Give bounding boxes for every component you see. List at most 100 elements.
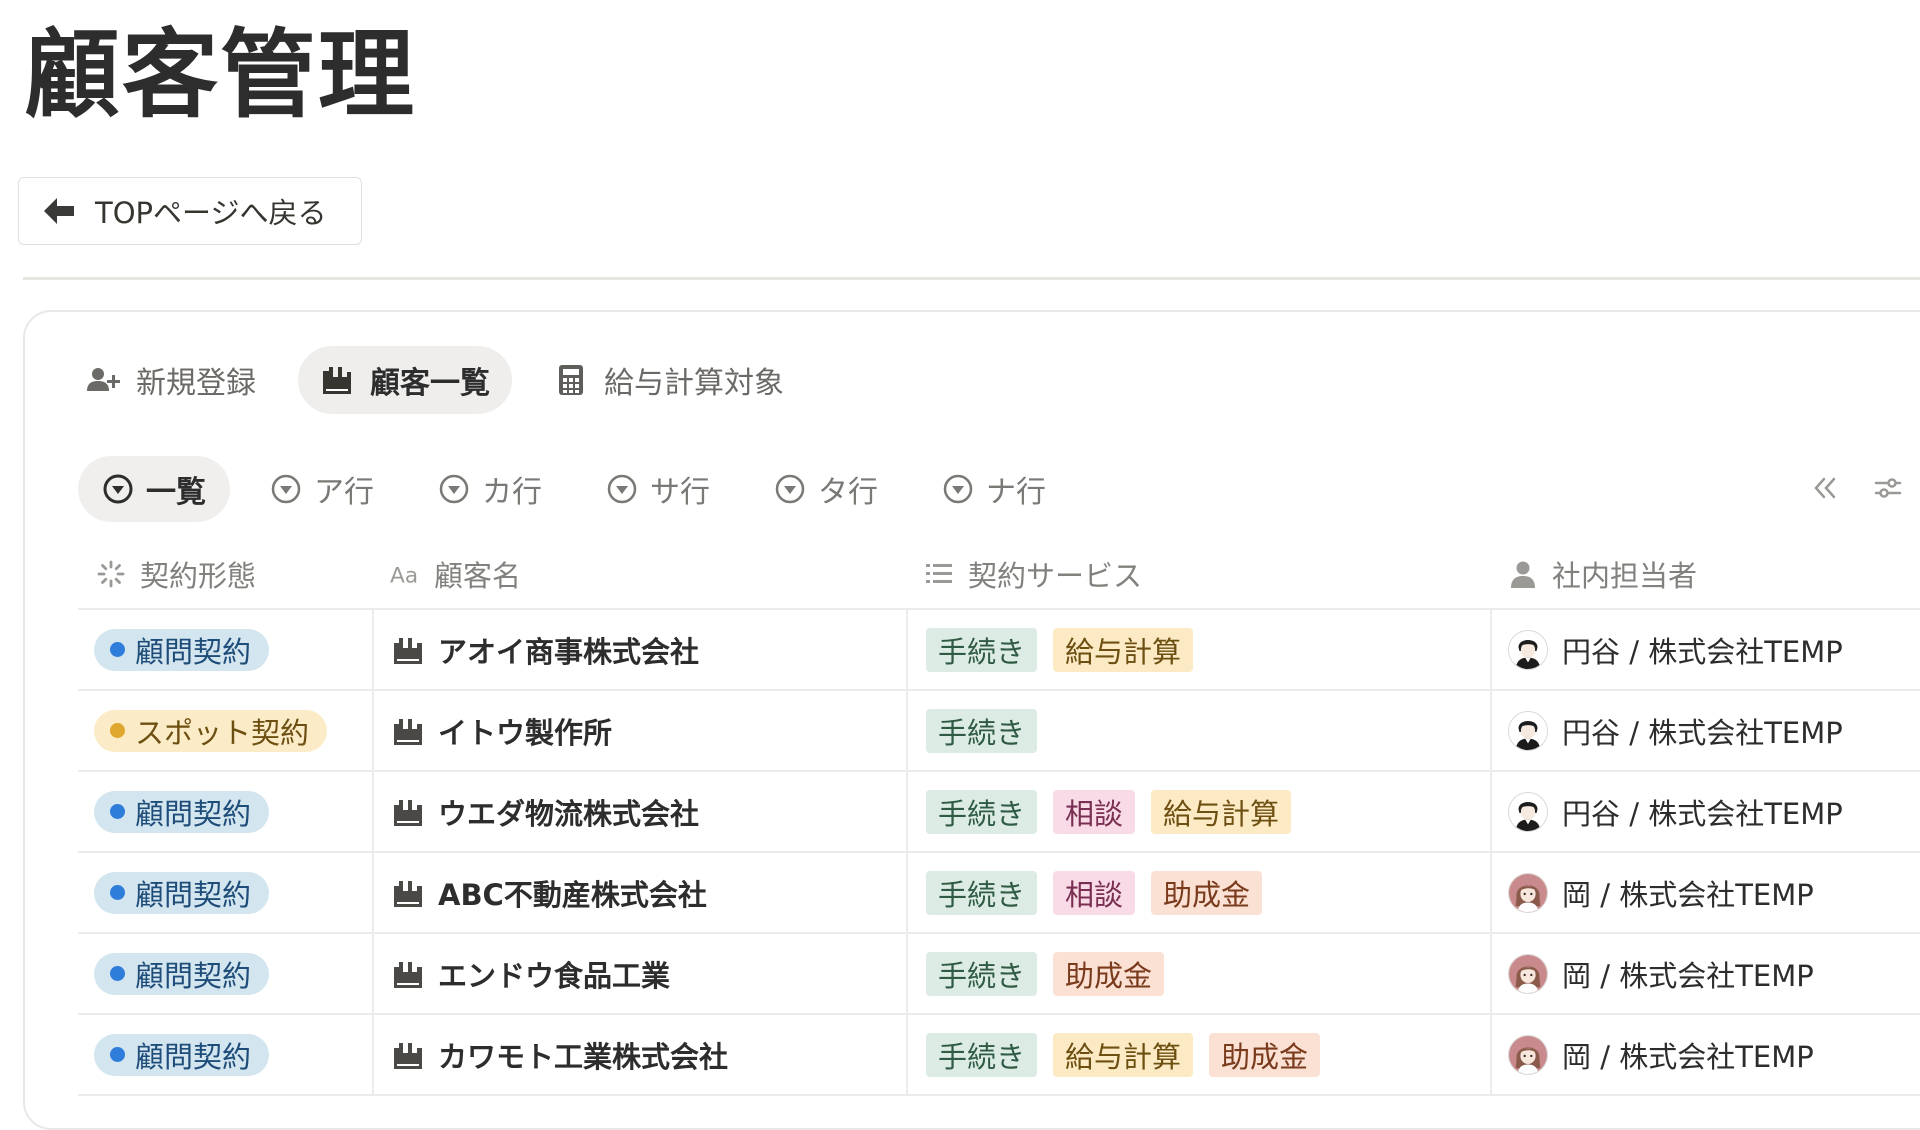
filter-tab-label: タ行 [818, 475, 878, 510]
customer-table: 契約形態 Aa 顧客名 契約サービス 社内担当者 顧問契約 アオイ商事株式会社 … [78, 540, 1920, 1096]
filter-tab-a-row[interactable]: ア行 [246, 456, 398, 522]
cell-customer-name[interactable]: カワモト工業株式会社 [372, 1015, 906, 1094]
collapse-button[interactable] [1810, 469, 1842, 507]
contract-type-label: 顧問契約 [135, 1039, 252, 1074]
assignee-name: 円谷 / 株式会社TEMP [1562, 715, 1843, 750]
status-dot [110, 966, 125, 981]
table-row[interactable]: 顧問契約 ウエダ物流株式会社 手続き 相談 給与計算 円谷 / 株式会社TEMP [78, 772, 1920, 853]
cell-assignee[interactable]: 岡 / 株式会社TEMP [1490, 1015, 1920, 1094]
contract-type-badge: 顧問契約 [94, 952, 270, 995]
building-icon [392, 959, 424, 989]
male-avatar [1508, 791, 1548, 832]
page-title: 顧客管理 [24, 19, 416, 131]
customer-name: アオイ商事株式会社 [438, 634, 700, 669]
cell-contract-type[interactable]: 顧問契約 [78, 853, 372, 932]
cell-customer-name[interactable]: ABC不動産株式会社 [372, 853, 906, 932]
column-header-customer-name[interactable]: Aa 顧客名 [372, 553, 906, 595]
cell-contract-type[interactable]: 顧問契約 [78, 610, 372, 689]
cell-assignee[interactable]: 岡 / 株式会社TEMP [1490, 934, 1920, 1013]
filter-tab-label: ナ行 [986, 475, 1046, 510]
tab-customer-list[interactable]: 顧客一覧 [298, 346, 512, 414]
service-tag: 手続き [926, 1032, 1038, 1077]
filter-tab-ka-row[interactable]: カ行 [414, 456, 566, 522]
cell-assignee[interactable]: 岡 / 株式会社TEMP [1490, 853, 1920, 932]
contract-type-badge: スポット契約 [94, 709, 328, 752]
column-header-contract-type[interactable]: 契約形態 [78, 553, 372, 595]
cell-services[interactable]: 手続き 相談 助成金 [906, 853, 1490, 932]
cell-customer-name[interactable]: ウエダ物流株式会社 [372, 772, 906, 851]
column-header-label: 契約形態 [140, 559, 257, 593]
table-row[interactable]: 顧問契約 カワモト工業株式会社 手続き 給与計算 助成金 岡 / 株式会社TEMP [78, 1015, 1920, 1096]
service-tag: 相談 [1053, 870, 1136, 915]
contract-type-badge: 顧問契約 [94, 1033, 270, 1076]
calculator-icon [559, 365, 583, 395]
cell-contract-type[interactable]: 顧問契約 [78, 772, 372, 851]
cell-customer-name[interactable]: イトウ製作所 [372, 691, 906, 770]
contract-type-label: 顧問契約 [135, 877, 252, 912]
customer-name: イトウ製作所 [438, 715, 613, 750]
contract-type-label: 顧問契約 [135, 634, 252, 669]
text-aa-icon: Aa [390, 563, 418, 588]
table-row[interactable]: 顧問契約 エンドウ食品工業 手続き 助成金 岡 / 株式会社TEMP [78, 934, 1920, 1015]
cell-customer-name[interactable]: アオイ商事株式会社 [372, 610, 906, 689]
status-dot [110, 1047, 125, 1062]
cell-contract-type[interactable]: スポット契約 [78, 691, 372, 770]
circle-chevron-down-icon [775, 474, 805, 504]
female-avatar [1508, 872, 1548, 913]
customer-name: カワモト工業株式会社 [438, 1039, 729, 1074]
circle-chevron-down-icon [439, 474, 469, 504]
filter-tab-na-row[interactable]: ナ行 [918, 456, 1070, 522]
cell-services[interactable]: 手続き [906, 691, 1490, 770]
filter-tab-label: カ行 [482, 475, 542, 510]
table-header: 契約形態 Aa 顧客名 契約サービス 社内担当者 [78, 540, 1920, 610]
column-header-label: 顧客名 [434, 559, 522, 593]
tab-payroll-targets[interactable]: 給与計算対象 [532, 346, 806, 414]
cell-assignee[interactable]: 円谷 / 株式会社TEMP [1490, 691, 1920, 770]
back-to-top-button[interactable]: TOPページへ戻る [18, 177, 362, 245]
person-add-icon [87, 368, 120, 391]
cell-services[interactable]: 手続き 給与計算 助成金 [906, 1015, 1490, 1094]
filter-tab-all[interactable]: 一覧 [78, 456, 230, 522]
assignee-name: 円谷 / 株式会社TEMP [1562, 634, 1843, 669]
building-icon [392, 716, 424, 746]
table-row[interactable]: 顧問契約 ABC不動産株式会社 手続き 相談 助成金 岡 / 株式会社TEMP [78, 853, 1920, 934]
service-tag: 手続き [926, 708, 1038, 753]
contract-type-label: 顧問契約 [135, 796, 252, 831]
circle-chevron-down-icon [607, 474, 637, 504]
male-avatar [1508, 710, 1548, 751]
tab-label: 新規登録 [136, 366, 256, 401]
assignee-name: 岡 / 株式会社TEMP [1562, 1039, 1814, 1074]
cell-assignee[interactable]: 円谷 / 株式会社TEMP [1490, 610, 1920, 689]
column-header-services[interactable]: 契約サービス [906, 553, 1490, 595]
service-tag: 手続き [926, 789, 1038, 834]
cell-customer-name[interactable]: エンドウ食品工業 [372, 934, 906, 1013]
tab-new-registration[interactable]: 新規登録 [64, 346, 278, 414]
cell-services[interactable]: 手続き 給与計算 [906, 610, 1490, 689]
cell-contract-type[interactable]: 顧問契約 [78, 934, 372, 1013]
table-row[interactable]: スポット契約 イトウ製作所 手続き 円谷 / 株式会社TEMP [78, 691, 1920, 772]
service-tag: 給与計算 [1053, 627, 1194, 672]
svg-text:Aa: Aa [390, 563, 418, 588]
sliders-icon [1874, 478, 1902, 498]
cell-contract-type[interactable]: 顧問契約 [78, 1015, 372, 1094]
filter-tab-ta-row[interactable]: タ行 [750, 456, 902, 522]
column-header-assignee[interactable]: 社内担当者 [1490, 553, 1920, 595]
assignee-name: 円谷 / 株式会社TEMP [1562, 796, 1843, 831]
view-tabs: 新規登録 顧客一覧 給与計算対象 [64, 346, 806, 414]
view-settings-button[interactable] [1872, 469, 1904, 507]
female-avatar [1508, 953, 1548, 994]
person-icon [1511, 561, 1535, 588]
cell-assignee[interactable]: 円谷 / 株式会社TEMP [1490, 772, 1920, 851]
filter-tab-sa-row[interactable]: サ行 [582, 456, 734, 522]
table-row[interactable]: 顧問契約 アオイ商事株式会社 手続き 給与計算 円谷 / 株式会社TEMP [78, 610, 1920, 691]
contract-type-label: スポット契約 [135, 715, 310, 750]
female-avatar [1508, 1034, 1548, 1075]
assignee-name: 岡 / 株式会社TEMP [1562, 958, 1814, 993]
cell-services[interactable]: 手続き 相談 給与計算 [906, 772, 1490, 851]
building-icon [323, 367, 351, 394]
contract-type-badge: 顧問契約 [94, 790, 270, 833]
service-tag: 助成金 [1151, 870, 1263, 915]
service-tag: 助成金 [1053, 951, 1165, 996]
cell-services[interactable]: 手続き 助成金 [906, 934, 1490, 1013]
customer-name: ウエダ物流株式会社 [438, 796, 700, 831]
